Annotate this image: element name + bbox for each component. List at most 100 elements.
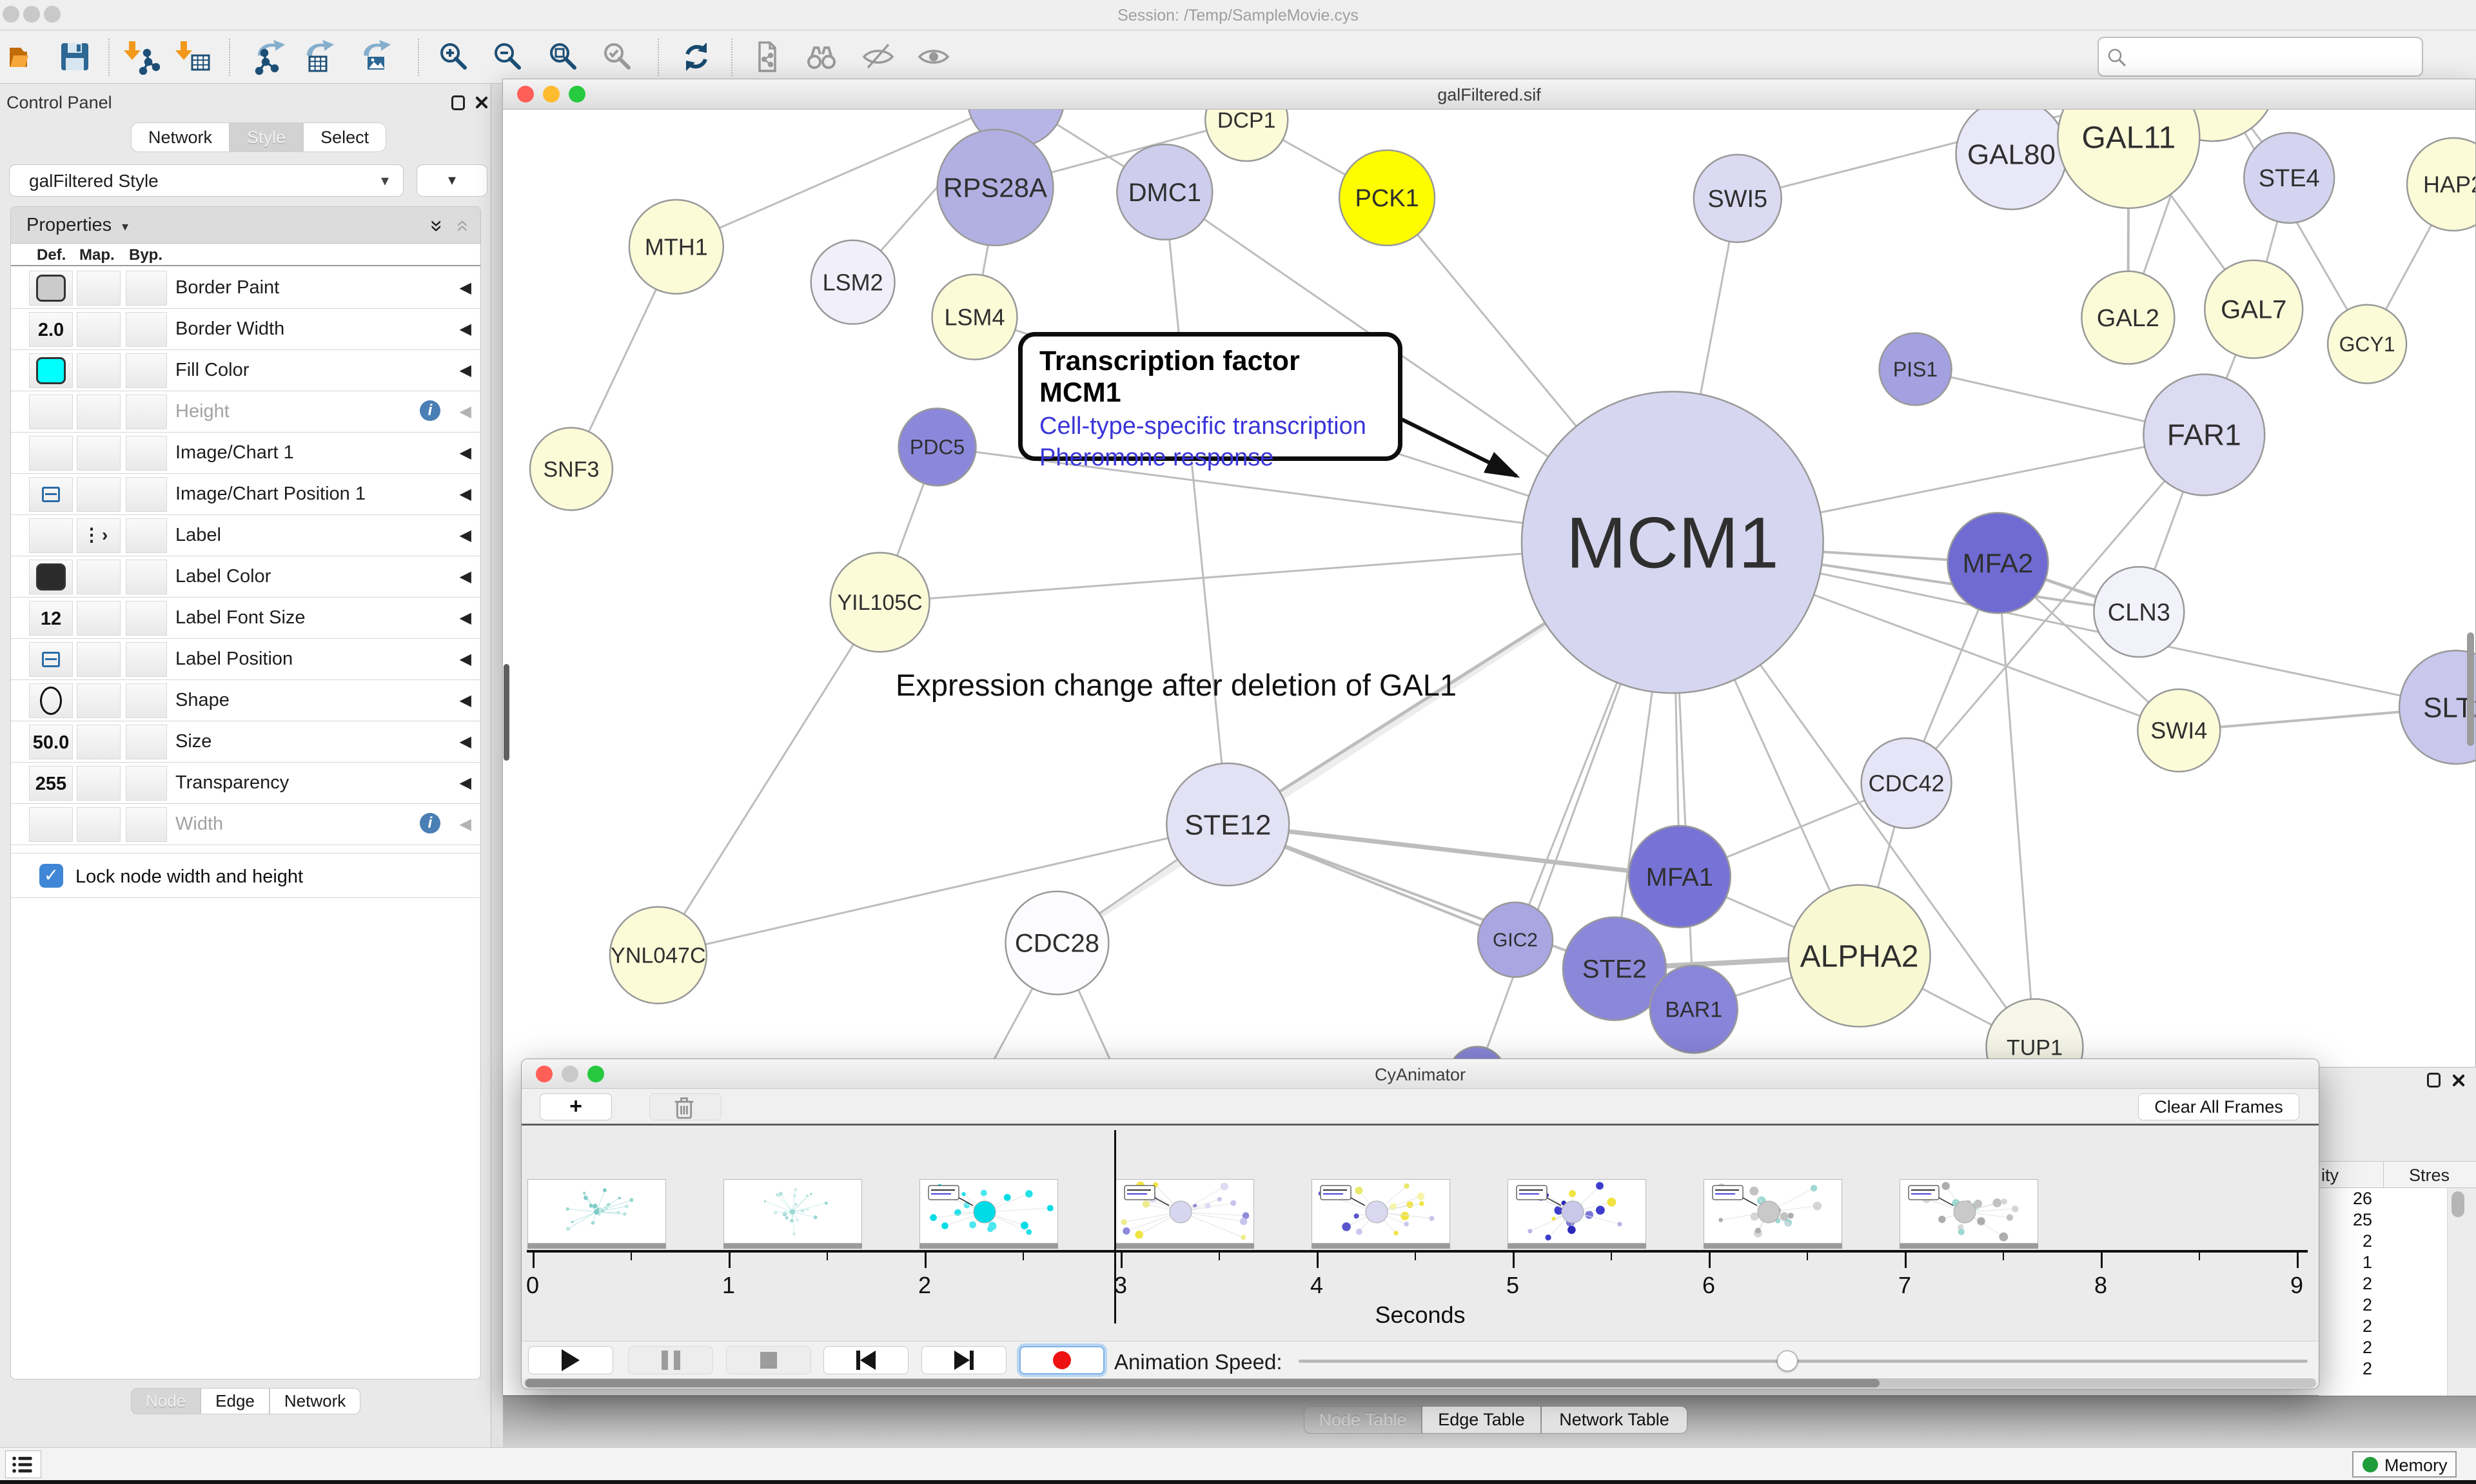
def-cell[interactable] [29,518,73,553]
annotation-link-2[interactable]: Pheromone response [1039,444,1381,472]
add-frame-button[interactable]: + [540,1093,612,1120]
network-edge[interactable] [1164,192,1228,825]
expand-arrow-icon[interactable]: ◀ [460,402,471,421]
map-cell[interactable] [77,807,121,842]
properties-header[interactable]: Properties ▾ » » [11,207,480,244]
map-cell[interactable] [77,436,121,471]
float-panel-icon[interactable] [451,95,465,110]
table-cell-value[interactable]: 1 [2319,1252,2447,1273]
property-row-size[interactable]: 50.0Size◀ [11,721,480,763]
property-row-border-paint[interactable]: Border Paint◀ [11,268,480,309]
find-icon[interactable] [803,39,840,75]
search-input[interactable] [2098,37,2423,77]
map-cell[interactable] [77,271,121,306]
def-cell[interactable]: 12 [29,601,73,636]
def-cell[interactable] [29,807,73,842]
style-options-button[interactable]: ▾ [417,164,487,197]
table-cell-value[interactable]: 26 [2319,1188,2447,1209]
property-row-fill-color[interactable]: Fill Color◀ [11,350,480,391]
property-row-image-chart-position-1[interactable]: Image/Chart Position 1◀ [11,474,480,515]
map-cell[interactable] [77,312,121,347]
zoom-selected-icon[interactable] [600,39,636,75]
tab-style[interactable]: Style [230,122,303,152]
export-document-icon[interactable] [749,39,785,75]
network-edge[interactable] [1998,563,2034,1047]
left-scrollbar-thumb[interactable] [504,664,509,761]
expand-arrow-icon[interactable]: ◀ [460,691,471,710]
collapse-all-icon[interactable]: » [449,220,474,232]
byp-cell[interactable] [126,271,167,306]
clear-all-frames-button[interactable]: Clear All Frames [2138,1093,2299,1120]
info-icon[interactable]: i [420,400,440,421]
zoom-out-icon[interactable] [490,39,526,75]
expand-arrow-icon[interactable]: ◀ [460,278,471,297]
frame-thumbnail-6[interactable] [1704,1179,1842,1244]
show-details-icon[interactable] [916,39,952,75]
map-cell[interactable] [77,477,121,512]
property-row-border-width[interactable]: 2.0Border Width◀ [11,309,480,350]
def-cell[interactable]: 2.0 [29,312,73,347]
def-cell[interactable] [29,353,73,388]
table-cell-value[interactable]: 2 [2319,1231,2447,1252]
tab-network[interactable]: Network [131,122,230,152]
speed-slider-handle[interactable] [1777,1351,1798,1371]
stop-button[interactable] [726,1346,811,1374]
table-cell-value[interactable]: 25 [2319,1209,2447,1231]
import-table-icon[interactable] [175,39,211,75]
table-cell-value[interactable]: 2 [2319,1294,2447,1316]
scrollbar-thumb[interactable] [526,1379,1880,1387]
right-scrollbar-thumb[interactable] [2467,632,2474,746]
property-row-label[interactable]: ⋮›Label◀ [11,515,480,556]
frame-thumbnail-1[interactable] [723,1179,862,1244]
frame-thumbnail-2[interactable] [919,1179,1058,1244]
tab-network-bottom[interactable]: Network [270,1388,360,1414]
def-cell[interactable] [29,436,73,471]
export-network-icon[interactable] [251,39,288,75]
expand-arrow-icon[interactable]: ◀ [460,444,471,462]
tab-select[interactable]: Select [303,122,386,152]
annotation-link-1[interactable]: Cell-type-specific transcription [1039,413,1381,440]
expand-arrow-icon[interactable]: ◀ [460,485,471,503]
close-panel-icon[interactable] [473,94,490,111]
playhead[interactable] [1114,1130,1116,1323]
byp-cell[interactable] [126,560,167,594]
byp-cell[interactable] [126,807,167,842]
byp-cell[interactable] [126,312,167,347]
network-window-titlebar[interactable]: galFiltered.sif [503,79,2475,110]
delete-frame-button[interactable] [649,1093,722,1120]
frame-thumbnail-7[interactable] [1900,1179,2038,1244]
style-selector-dropdown[interactable]: galFiltered Style ▾ [9,164,404,197]
def-cell[interactable]: 255 [29,766,73,801]
map-cell[interactable] [77,353,121,388]
play-button[interactable] [528,1346,613,1374]
export-image-icon[interactable] [357,39,393,75]
byp-cell[interactable] [126,477,167,512]
cyanimator-titlebar[interactable]: CyAnimator [522,1059,2319,1089]
map-cell[interactable] [77,601,121,636]
tab-node[interactable]: Node [131,1388,201,1414]
def-cell[interactable] [29,560,73,594]
close-panel-icon[interactable] [2450,1072,2467,1089]
table-cell-value[interactable]: 2 [2319,1273,2447,1294]
map-cell[interactable] [77,395,121,429]
expand-arrow-icon[interactable]: ◀ [460,650,471,669]
skip-to-end-button[interactable] [921,1346,1007,1374]
property-row-label-position[interactable]: Label Position◀ [11,639,480,680]
frame-thumbnail-3[interactable] [1115,1179,1254,1244]
pause-button[interactable] [628,1346,713,1374]
refresh-layout-icon[interactable] [678,39,714,75]
expand-all-icon[interactable]: » [424,220,449,232]
expand-arrow-icon[interactable]: ◀ [460,774,471,792]
lock-checkbox[interactable]: ✓ [39,864,63,888]
tab-edge-table[interactable]: Edge Table [1422,1406,1541,1434]
property-row-label-font-size[interactable]: 12Label Font Size◀ [11,598,480,639]
skip-to-start-button[interactable] [823,1346,909,1374]
show-panels-button[interactable] [5,1450,41,1478]
def-cell[interactable]: 50.0 [29,725,73,759]
frame-thumbnail-0[interactable] [527,1179,666,1244]
tab-edge[interactable]: Edge [201,1388,270,1414]
info-icon[interactable]: i [420,813,440,834]
def-cell[interactable] [29,642,73,677]
property-row-transparency[interactable]: 255Transparency◀ [11,763,480,804]
def-cell[interactable] [29,395,73,429]
